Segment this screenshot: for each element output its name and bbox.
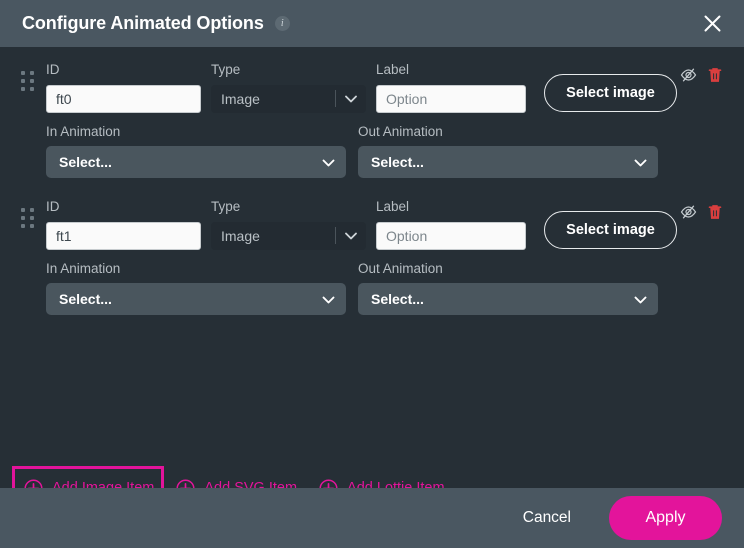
drag-handle-icon[interactable]	[21, 208, 34, 228]
select-image-button[interactable]: Select image	[544, 73, 677, 112]
id-input[interactable]	[46, 221, 201, 250]
page-title: Configure Animated Options	[22, 13, 264, 33]
drag-handle-icon[interactable]	[21, 71, 34, 91]
close-icon[interactable]	[698, 10, 726, 38]
type-select[interactable]: Image	[211, 84, 366, 113]
label-field-group: Label	[376, 200, 526, 250]
apply-button[interactable]: Apply	[609, 496, 722, 540]
out-animation-value: Select...	[371, 291, 424, 307]
item-row-top: ID Type Image	[46, 200, 724, 250]
out-animation-group: Out Animation Select...	[358, 260, 658, 315]
add-svg-item-link[interactable]: Add SVG Item	[164, 466, 307, 488]
chevron-down-icon	[336, 95, 366, 103]
out-animation-group: Out Animation Select...	[358, 123, 658, 178]
type-label: Type	[211, 199, 241, 214]
item-row-bottom: In Animation Select... Out Animation Sel…	[46, 260, 724, 315]
plus-circle-icon	[319, 479, 338, 488]
type-field-group: Type Image	[211, 200, 366, 250]
label-label: Label	[376, 62, 410, 77]
animated-option-item-1: ID Type Image	[12, 63, 724, 178]
in-animation-group: In Animation Select...	[46, 260, 346, 315]
item-row-actions	[679, 203, 724, 221]
in-animation-label: In Animation	[46, 123, 121, 139]
dialog-body: ID Type Image	[0, 47, 744, 488]
animated-option-item-2: ID Type Image	[12, 200, 724, 315]
info-icon[interactable]: i	[274, 16, 290, 31]
label-input[interactable]	[376, 84, 526, 113]
in-animation-select[interactable]: Select...	[46, 283, 346, 315]
configure-animated-options-dialog: Configure Animated Options i ID Type	[0, 0, 744, 548]
in-animation-value: Select...	[59, 291, 112, 307]
chevron-down-icon	[634, 154, 647, 170]
chevron-down-icon	[336, 232, 366, 240]
eye-off-icon[interactable]	[679, 66, 697, 84]
plus-circle-icon	[24, 479, 43, 488]
select-image-button[interactable]: Select image	[544, 210, 677, 249]
in-animation-group: In Animation Select...	[46, 123, 346, 178]
trash-icon[interactable]	[706, 66, 724, 84]
id-label: ID	[46, 199, 60, 214]
id-input[interactable]	[46, 84, 201, 113]
in-animation-value: Select...	[59, 154, 112, 170]
in-animation-label: In Animation	[46, 260, 121, 276]
eye-off-icon[interactable]	[679, 203, 697, 221]
out-animation-value: Select...	[371, 154, 424, 170]
add-image-item-link[interactable]: Add Image Item	[12, 466, 165, 488]
out-animation-label: Out Animation	[358, 260, 443, 276]
add-lottie-item-link[interactable]: Add Lottie Item	[307, 466, 455, 488]
chevron-down-icon	[322, 154, 335, 170]
out-animation-label: Out Animation	[358, 123, 443, 139]
type-select-value: Image	[221, 90, 260, 107]
id-label: ID	[46, 62, 60, 77]
item-row-top: ID Type Image	[46, 63, 724, 113]
id-field-group: ID	[46, 200, 201, 250]
plus-circle-icon	[176, 479, 195, 488]
add-svg-item-label: Add SVG Item	[204, 481, 297, 488]
label-input[interactable]	[376, 221, 526, 250]
item-row-actions	[679, 66, 724, 84]
add-lottie-item-label: Add Lottie Item	[347, 481, 445, 488]
type-select-value: Image	[221, 227, 260, 244]
item-row-bottom: In Animation Select... Out Animation Sel…	[46, 123, 724, 178]
chevron-down-icon	[634, 291, 647, 307]
add-item-links: Add Image Item Add SVG Item	[12, 466, 455, 488]
out-animation-select[interactable]: Select...	[358, 283, 658, 315]
label-label: Label	[376, 199, 410, 214]
add-image-item-label: Add Image Item	[52, 481, 154, 488]
type-field-group: Type Image	[211, 63, 366, 113]
in-animation-select[interactable]: Select...	[46, 146, 346, 178]
id-field-group: ID	[46, 63, 201, 113]
chevron-down-icon	[322, 291, 335, 307]
out-animation-select[interactable]: Select...	[358, 146, 658, 178]
cancel-button[interactable]: Cancel	[509, 501, 585, 535]
trash-icon[interactable]	[706, 203, 724, 221]
type-label: Type	[211, 62, 241, 77]
type-select[interactable]: Image	[211, 221, 366, 250]
label-field-group: Label	[376, 63, 526, 113]
dialog-header: Configure Animated Options i	[0, 0, 744, 47]
dialog-footer: Cancel Apply	[0, 488, 744, 548]
